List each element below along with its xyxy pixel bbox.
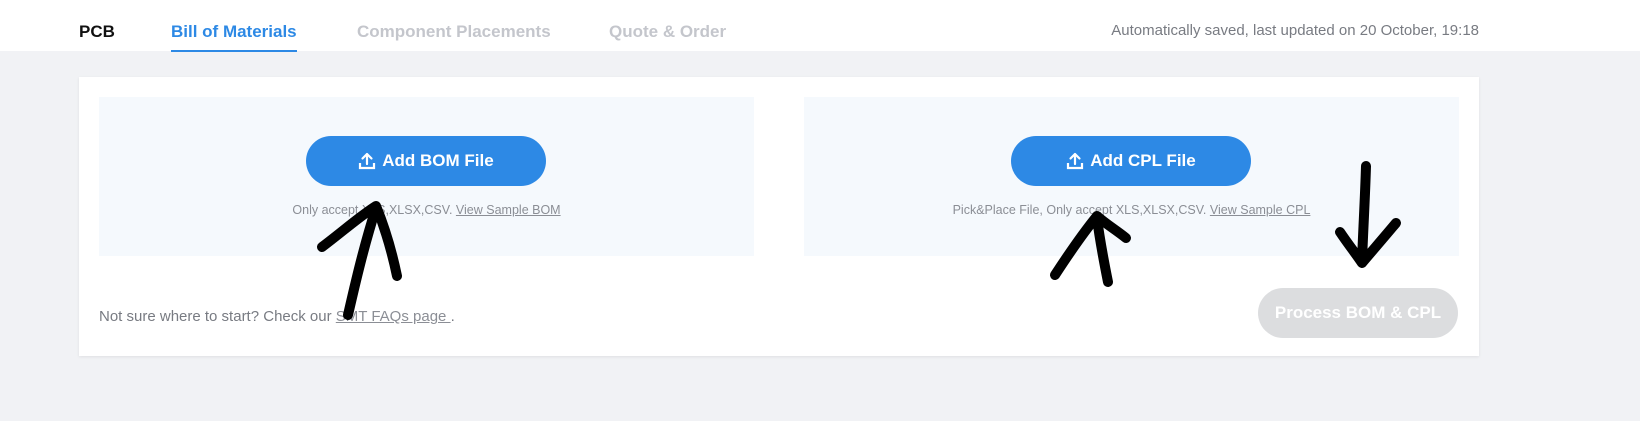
top-nav-bar: PCB Bill of Materials Component Placemen… bbox=[0, 0, 1640, 52]
view-sample-cpl-link[interactable]: View Sample CPL bbox=[1210, 203, 1311, 217]
help-prefix: Not sure where to start? Check our bbox=[99, 308, 336, 325]
upload-icon bbox=[1066, 152, 1084, 170]
view-sample-bom-link[interactable]: View Sample BOM bbox=[456, 203, 561, 217]
tab-bill-of-materials[interactable]: Bill of Materials bbox=[171, 22, 297, 42]
help-text: Not sure where to start? Check our SMT F… bbox=[99, 308, 455, 325]
cpl-accepted-formats: Pick&Place File, Only accept XLS,XLSX,CS… bbox=[952, 203, 1207, 217]
bom-accepted-formats: Only accept XLS,XLSX,CSV. bbox=[292, 203, 453, 217]
add-cpl-file-label: Add CPL File bbox=[1090, 151, 1196, 170]
cpl-upload-panel[interactable]: Add CPL File Pick&Place File, Only accep… bbox=[804, 97, 1459, 256]
upload-icon bbox=[358, 152, 376, 170]
smt-faqs-link[interactable]: SMT FAQs page bbox=[336, 308, 451, 325]
add-cpl-file-button[interactable]: Add CPL File bbox=[1011, 136, 1251, 186]
active-tab-indicator bbox=[171, 50, 297, 52]
tab-pcb[interactable]: PCB bbox=[79, 22, 115, 42]
cpl-format-note: Pick&Place File, Only accept XLS,XLSX,CS… bbox=[804, 203, 1459, 217]
bom-upload-panel[interactable]: Add BOM File Only accept XLS,XLSX,CSV. V… bbox=[99, 97, 754, 256]
upload-card: Add BOM File Only accept XLS,XLSX,CSV. V… bbox=[79, 77, 1479, 356]
bom-format-note: Only accept XLS,XLSX,CSV. View Sample BO… bbox=[99, 203, 754, 217]
process-bom-cpl-button[interactable]: Process BOM & CPL bbox=[1258, 288, 1458, 338]
help-suffix: . bbox=[450, 308, 455, 325]
add-bom-file-label: Add BOM File bbox=[382, 151, 494, 170]
tab-quote-and-order[interactable]: Quote & Order bbox=[609, 22, 726, 42]
add-bom-file-button[interactable]: Add BOM File bbox=[306, 136, 546, 186]
autosave-status: Automatically saved, last updated on 20 … bbox=[1111, 22, 1479, 39]
tab-component-placements[interactable]: Component Placements bbox=[357, 22, 551, 42]
